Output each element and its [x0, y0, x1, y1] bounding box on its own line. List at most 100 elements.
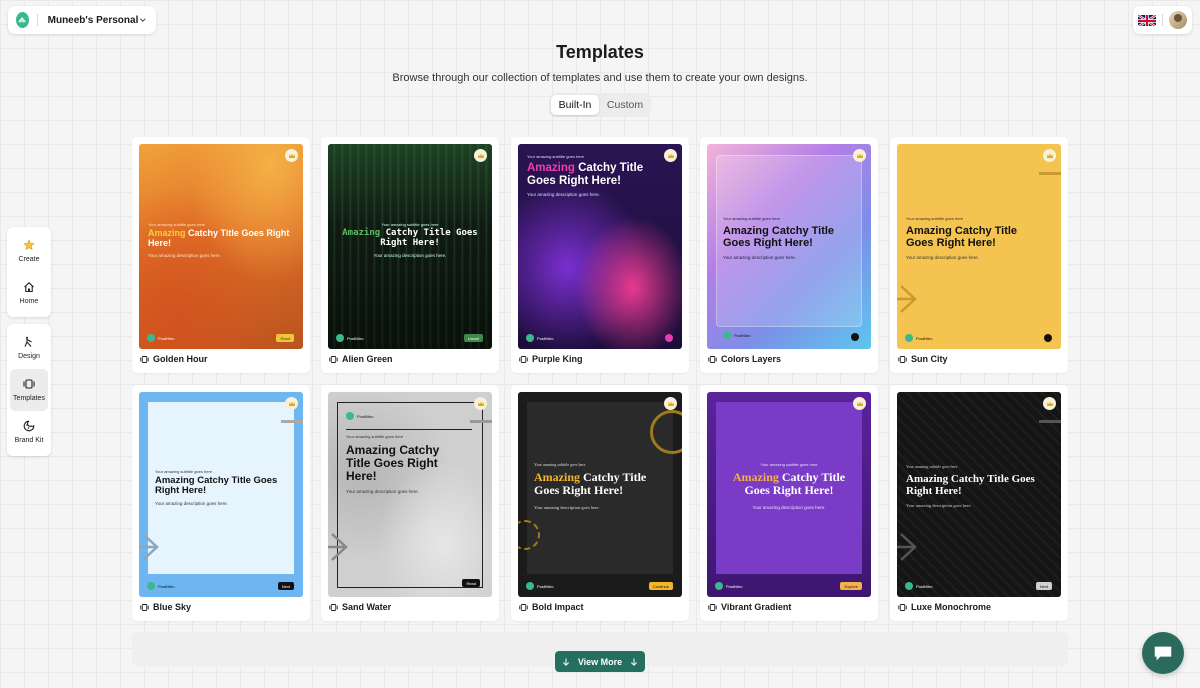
- preview-cta: Next: [277, 582, 294, 590]
- preview-description: Your amazing description goes here.: [906, 255, 979, 260]
- preview-description: Your amazing description goes here.: [373, 253, 447, 258]
- workspace-name: Muneeb's Personal: [47, 14, 139, 26]
- chat-bubble-icon: [1154, 646, 1172, 661]
- preview-subtitle: Your amazing subtitle goes here: [760, 462, 818, 467]
- premium-crown-icon: [474, 149, 487, 162]
- sidebar-item-home[interactable]: Home: [10, 272, 48, 314]
- sidebar-item-design[interactable]: Design: [10, 327, 48, 369]
- templates-icon: [708, 355, 717, 363]
- template-card-vibrant-gradient[interactable]: Your amazing subtitle goes here Amazing …: [700, 385, 878, 621]
- arrow-right-icon: [897, 285, 917, 313]
- preview-title: Amazing Catchy Title Goes Right Here!: [732, 470, 846, 498]
- template-name: Purple King: [519, 354, 583, 364]
- preview-description: Your amazing description goes here.: [906, 503, 972, 508]
- template-name: Sand Water: [329, 602, 391, 612]
- template-name: Vibrant Gradient: [708, 602, 791, 612]
- templates-icon: [519, 355, 528, 363]
- view-more-button[interactable]: View More: [555, 651, 645, 672]
- preview-brand: PostNitro: [147, 334, 174, 342]
- templates-icon: [140, 355, 149, 363]
- templates-icon: [23, 379, 35, 389]
- design-icon: [24, 336, 32, 347]
- workspace-switcher[interactable]: Muneeb's Personal: [8, 6, 156, 34]
- tab-custom[interactable]: Custom: [601, 95, 649, 115]
- preview-subtitle: Your amazing subtitle goes here: [723, 216, 780, 221]
- preview-cta: Next: [1035, 582, 1052, 590]
- arrow-down-icon: [631, 658, 638, 666]
- template-preview: Your amazing subtitle goes here Amazing …: [139, 392, 303, 597]
- preview-description: Your amazing description goes here.: [534, 505, 600, 510]
- preview-cta: Read: [462, 579, 480, 587]
- arrow-down-icon: [562, 658, 569, 666]
- template-preview: Your amazing subtitle goes here Amazing …: [328, 144, 492, 349]
- preview-title: Amazing Catchy Title Goes Right Here!: [155, 475, 278, 497]
- template-preview: Your amazing subtitle goes here Amazing …: [518, 392, 682, 597]
- template-name: Golden Hour: [140, 354, 208, 364]
- templates-icon: [708, 603, 717, 611]
- view-more-label: View More: [577, 656, 623, 667]
- top-right-controls: [1133, 6, 1192, 34]
- preview-subtitle: Your amazing subtitle goes here: [527, 154, 584, 159]
- preview-brand: PostNitro: [905, 334, 932, 342]
- templates-icon: [898, 355, 907, 363]
- template-card-colors-layers[interactable]: Your amazing subtitle goes here Amazing …: [700, 137, 878, 373]
- preview-description: Your amazing description goes here.: [752, 505, 826, 510]
- premium-crown-icon: [664, 149, 677, 162]
- templates-icon: [140, 603, 149, 611]
- preview-cta: Read: [276, 334, 294, 342]
- preview-cta: Continue: [648, 582, 673, 590]
- template-card-blue-sky[interactable]: Your amazing subtitle goes here Amazing …: [132, 385, 310, 621]
- user-avatar[interactable]: [1169, 11, 1187, 29]
- sidebar-item-label: Design: [18, 353, 40, 360]
- template-card-luxe-monochrome[interactable]: Your amazing subtitle goes here Amazing …: [890, 385, 1068, 621]
- sidebar-item-label: Templates: [13, 395, 45, 402]
- uk-flag-icon[interactable]: [1138, 14, 1156, 26]
- preview-subtitle: Your amazing subtitle goes here: [148, 222, 205, 227]
- preview-brand: PostNitro: [715, 582, 742, 590]
- template-card-sun-city[interactable]: Your amazing subtitle goes here Amazing …: [890, 137, 1068, 373]
- next-arrow-icon: [851, 333, 859, 341]
- preview-title: Amazing Catchy Title Goes Right Here!: [346, 443, 440, 484]
- premium-crown-icon: [1043, 149, 1056, 162]
- preview-brand: PostNitro: [526, 582, 553, 590]
- template-preview: Your amazing subtitle goes here Amazing …: [707, 144, 871, 349]
- preview-description: Your amazing description goes here.: [527, 192, 600, 197]
- preview-brand: PostNitro: [905, 582, 932, 590]
- sidebar-item-label: Home: [19, 298, 39, 305]
- preview-title: Amazing Catchy Title Goes Right Here!: [906, 225, 1018, 250]
- preview-brand: PostNitro: [526, 334, 553, 342]
- page-title: Templates: [556, 42, 644, 62]
- template-card-sand-water[interactable]: PostNitro Your amazing subtitle goes her…: [321, 385, 499, 621]
- preview-description: Your amazing description goes here.: [346, 489, 419, 494]
- preview-description: Your amazing description goes here.: [148, 253, 221, 258]
- sidebar-item-brand-kit[interactable]: Brand Kit: [10, 411, 48, 453]
- templates-icon: [898, 603, 907, 611]
- sidebar-secondary: Design Templates Brand Kit: [7, 324, 51, 456]
- template-card-alien-green[interactable]: Your amazing subtitle goes here Amazing …: [321, 137, 499, 373]
- templates-icon: [329, 355, 338, 363]
- preview-subtitle: Your amazing subtitle goes here: [906, 216, 963, 221]
- preview-brand: PostNitro: [147, 582, 174, 590]
- next-arrow-icon: [665, 334, 673, 342]
- template-name: Blue Sky: [140, 602, 191, 612]
- template-card-purple-king[interactable]: Your amazing subtitle goes here Amazing …: [511, 137, 689, 373]
- sidebar-item-create[interactable]: Create: [10, 230, 48, 272]
- preview-cta: Explore: [840, 582, 862, 590]
- preview-title: Amazing Catchy Title Goes Right Here!: [527, 162, 644, 187]
- template-card-golden-hour[interactable]: Your amazing subtitle goes here Amazing …: [132, 137, 310, 373]
- premium-crown-icon: [285, 149, 298, 162]
- preview-brand: PostNitro: [346, 412, 373, 420]
- preview-title: Amazing Catchy Title Goes Right Here!: [342, 228, 478, 248]
- star-icon: [23, 239, 35, 251]
- preview-description: Your amazing description goes here.: [155, 501, 228, 506]
- premium-crown-icon: [474, 397, 487, 410]
- preview-title: Amazing Catchy Title Goes Right Here!: [906, 473, 1035, 498]
- template-name: Bold Impact: [519, 602, 584, 612]
- template-preview: Your amazing subtitle goes here Amazing …: [139, 144, 303, 349]
- preview-subtitle: Your amazing subtitle goes here: [534, 462, 586, 467]
- template-card-bold-impact[interactable]: Your amazing subtitle goes here Amazing …: [511, 385, 689, 621]
- tab-built-in[interactable]: Built-In: [551, 95, 599, 115]
- app-logo-icon: [16, 12, 29, 28]
- chat-button[interactable]: [1142, 632, 1184, 674]
- sidebar-item-templates[interactable]: Templates: [10, 369, 48, 411]
